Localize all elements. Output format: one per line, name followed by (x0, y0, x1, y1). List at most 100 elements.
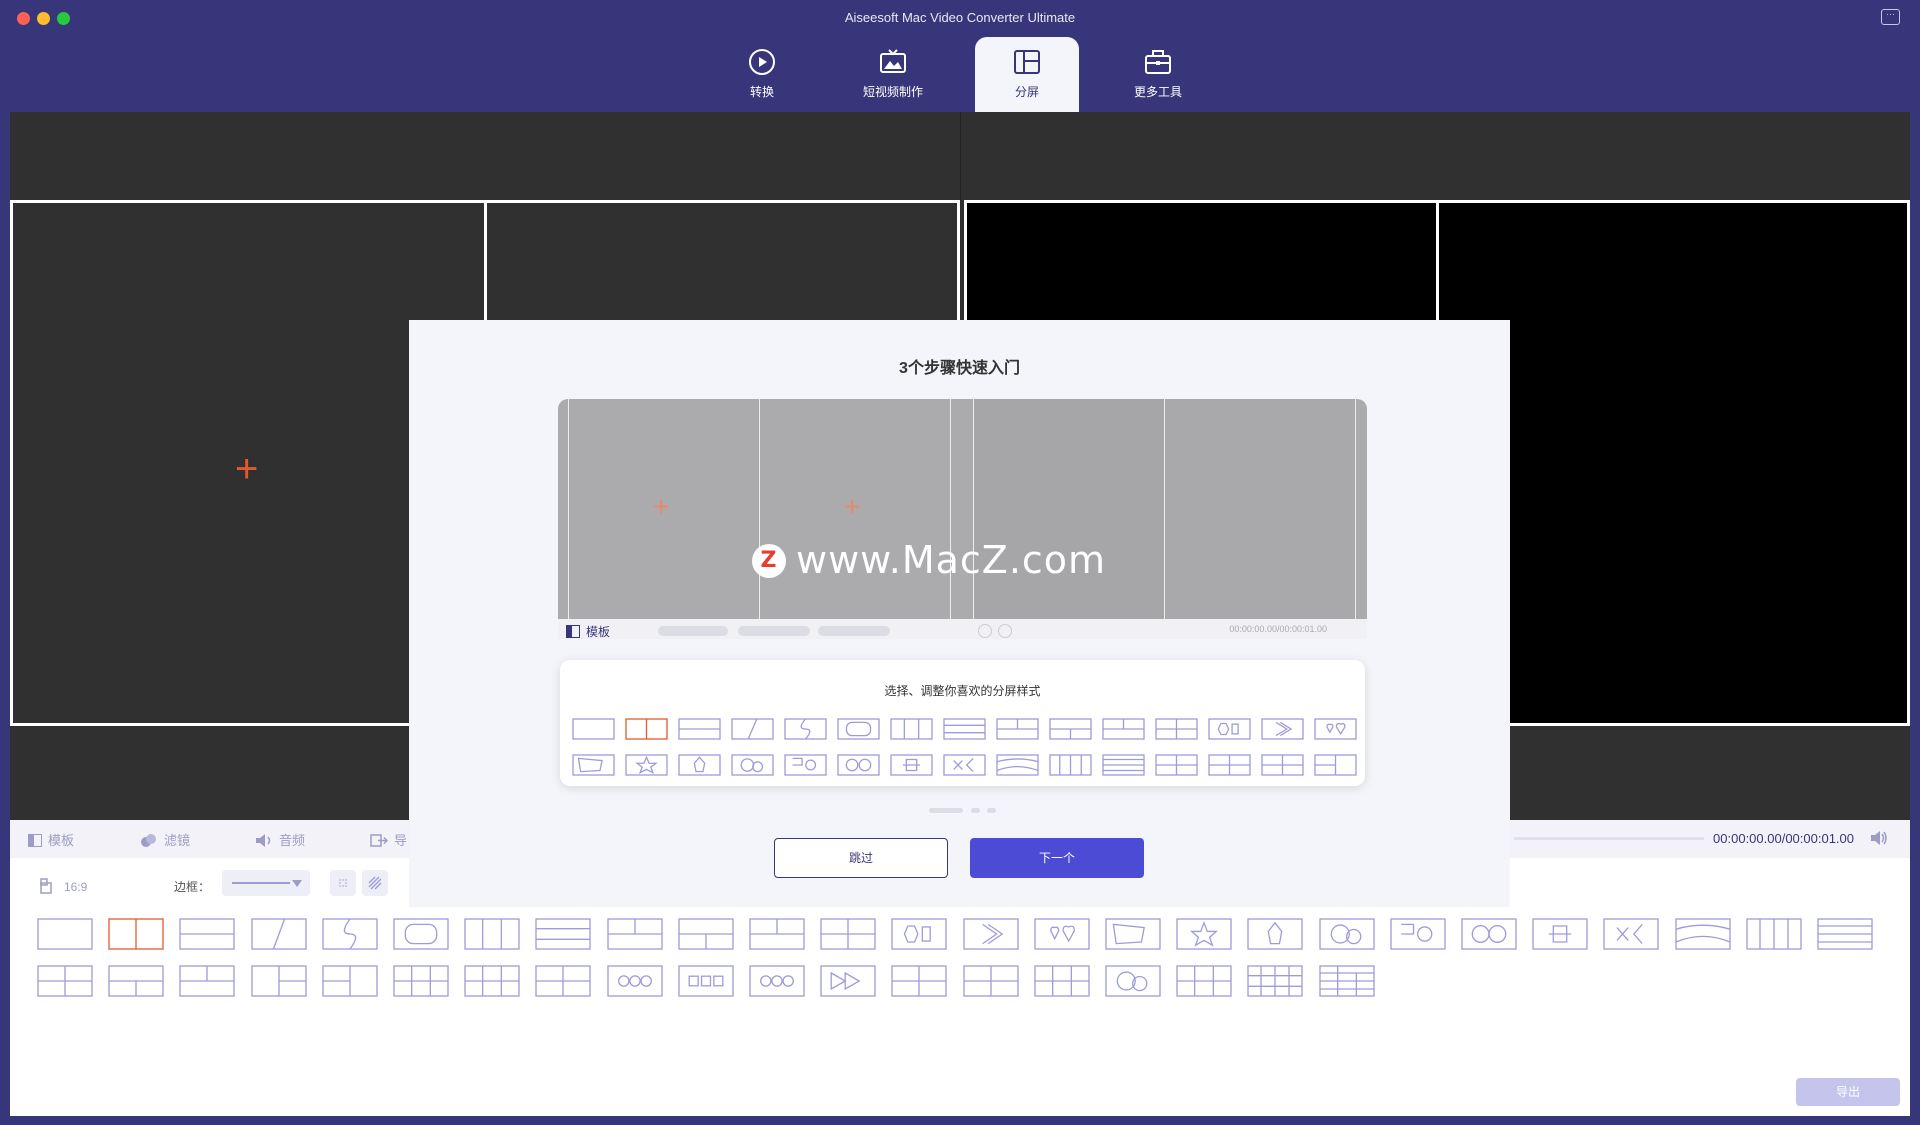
tab-audio[interactable]: 音频 (255, 830, 305, 849)
template-option-heart[interactable] (1034, 918, 1090, 950)
border-color-button[interactable] (330, 870, 356, 896)
template-option-v2[interactable] (108, 918, 164, 950)
template-option-trap[interactable] (1105, 918, 1161, 950)
template-option-grid6[interactable] (393, 965, 449, 997)
hatch-icon (368, 876, 382, 890)
timeline-progress-bar[interactable] (1514, 837, 1704, 840)
style-option-arrow[interactable] (1261, 718, 1304, 740)
template-option-bl[interactable] (108, 965, 164, 997)
template-option-grid4[interactable] (535, 965, 592, 997)
tab-template[interactable]: 模板 (28, 830, 74, 849)
template-option-v3[interactable] (464, 918, 520, 950)
template-option-oo[interactable] (1461, 918, 1517, 950)
style-option-grid4[interactable] (1155, 754, 1198, 776)
add-media-icon[interactable]: + (235, 449, 258, 489)
style-option-gear[interactable] (784, 754, 827, 776)
template-option-grid4[interactable] (37, 965, 93, 997)
style-option-tl[interactable] (1102, 718, 1145, 740)
template-option-h2[interactable] (179, 918, 236, 950)
template-option-circ2[interactable] (1318, 918, 1375, 950)
style-option-arc[interactable] (996, 754, 1039, 776)
export-button[interactable]: 导出 (1796, 1078, 1900, 1106)
template-option-gear[interactable] (1390, 918, 1446, 950)
style-option-xbr[interactable] (943, 754, 986, 776)
template-option-grid12[interactable] (1247, 965, 1304, 997)
style-option-pent[interactable] (678, 754, 721, 776)
style-option-diag[interactable] (731, 718, 774, 740)
style-option-v3[interactable] (890, 718, 933, 740)
tab-toolbox-label: 更多工具 (1133, 85, 1182, 99)
style-option-v4[interactable] (1049, 754, 1092, 776)
border-style-dropdown[interactable] (222, 870, 310, 896)
template-option-circ2[interactable] (1105, 965, 1161, 997)
style-option-puzzle[interactable] (890, 754, 933, 776)
template-option-h4[interactable] (1817, 918, 1873, 950)
template-option-dots3[interactable] (606, 965, 663, 997)
template-option-grid6[interactable] (1176, 965, 1232, 997)
template-option-grid4[interactable] (820, 918, 876, 950)
template-option-grid4[interactable] (962, 965, 1019, 997)
skip-button[interactable]: 跳过 (774, 838, 948, 878)
tab-convert[interactable]: 转换 (710, 37, 814, 112)
style-option-h4[interactable] (1102, 754, 1145, 776)
template-option-sq3[interactable] (678, 965, 734, 997)
template-option-round[interactable] (393, 918, 449, 950)
template-option-tl[interactable] (606, 918, 663, 950)
template-option-lv[interactable] (322, 965, 378, 997)
border-pattern-button[interactable] (362, 870, 388, 896)
tab-toolbox[interactable]: 更多工具 (1106, 37, 1210, 112)
style-option-bl[interactable] (1049, 718, 1092, 740)
template-option-h3[interactable] (535, 918, 592, 950)
template-option-wave[interactable] (322, 918, 378, 950)
tab-mv[interactable]: 短视频制作 (841, 37, 945, 112)
style-option-h2[interactable] (678, 718, 721, 740)
style-option-grid4[interactable] (1261, 754, 1304, 776)
style-option-grid4[interactable] (1208, 754, 1251, 776)
template-option-tl[interactable] (749, 918, 805, 950)
template-option-xbr[interactable] (1603, 918, 1660, 950)
style-option-round[interactable] (837, 718, 880, 740)
style-option-v2[interactable] (625, 718, 668, 740)
style-option-lv[interactable] (1314, 754, 1357, 776)
style-option-grid4[interactable] (1155, 718, 1198, 740)
volume-icon[interactable] (1870, 829, 1888, 847)
aspect-ratio-selector[interactable]: 16:9 (40, 878, 87, 894)
template-option-arrow[interactable] (962, 918, 1019, 950)
feedback-chat-icon[interactable]: ··· (1881, 9, 1900, 25)
template-option-arc[interactable] (1674, 918, 1731, 950)
next-button[interactable]: 下一个 (970, 838, 1144, 878)
template-option-gridmix[interactable] (1318, 965, 1375, 997)
template-option-v4[interactable] (1746, 918, 1802, 950)
style-option-oo[interactable] (837, 754, 880, 776)
template-option-dots3[interactable] (749, 965, 805, 997)
style-option-trap[interactable] (572, 754, 615, 776)
style-option-hex[interactable] (1208, 718, 1251, 740)
style-option-circ2[interactable] (731, 754, 774, 776)
style-option-heart[interactable] (1314, 718, 1357, 740)
style-option-tl[interactable] (996, 718, 1039, 740)
dialog-title: 3个步骤快速入门 (899, 360, 1020, 377)
style-option-wave[interactable] (784, 718, 827, 740)
tab-collage[interactable]: 分屏 (975, 37, 1079, 112)
template-option-diag[interactable] (250, 918, 307, 950)
template-option-play[interactable] (820, 965, 876, 997)
convert-icon (749, 49, 775, 75)
style-option-single[interactable] (572, 718, 615, 740)
template-option-tl[interactable] (179, 965, 236, 997)
template-icon (28, 834, 42, 847)
template-option-rv[interactable] (250, 965, 307, 997)
template-option-single[interactable] (37, 918, 93, 950)
template-option-grid4[interactable] (891, 965, 948, 997)
template-option-hex[interactable] (891, 918, 948, 950)
style-option-h3[interactable] (943, 718, 986, 740)
style-option-star[interactable] (625, 754, 668, 776)
tab-export[interactable]: 导 (370, 830, 407, 849)
tab-filter[interactable]: 滤镜 (140, 830, 190, 849)
template-option-bl[interactable] (678, 918, 734, 950)
template-option-grid6[interactable] (464, 965, 520, 997)
template-option-pent[interactable] (1247, 918, 1304, 950)
template-option-puzzle[interactable] (1532, 918, 1588, 950)
template-option-star[interactable] (1176, 918, 1232, 950)
watermark: Z www.MacZ.com (752, 538, 1106, 582)
template-option-grid6[interactable] (1034, 965, 1090, 997)
